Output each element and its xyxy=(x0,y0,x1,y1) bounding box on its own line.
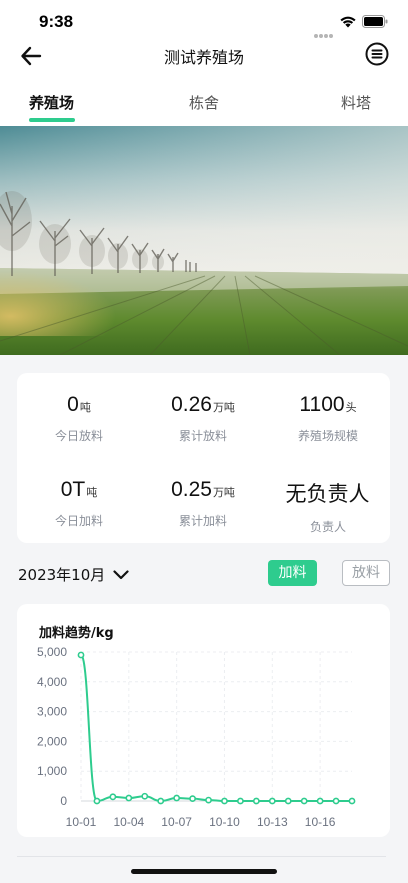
x-tick-label: 10-16 xyxy=(305,815,336,829)
data-point xyxy=(189,795,196,803)
stat-label: 今日加料 xyxy=(54,514,103,528)
tab-farm[interactable]: 养殖场 xyxy=(29,92,74,113)
stat-label: 累计加料 xyxy=(178,514,227,528)
x-tick-label: 10-04 xyxy=(113,815,144,829)
data-point xyxy=(316,797,324,805)
data-point xyxy=(157,797,165,805)
tab-feed-tower[interactable]: 料塔 xyxy=(341,92,371,113)
chevron-down-icon xyxy=(113,569,129,579)
chart-title: 加料趋势/kg xyxy=(39,626,114,641)
data-point xyxy=(300,797,308,805)
series-line xyxy=(80,653,352,803)
stat-unit: 吨 xyxy=(86,486,98,499)
data-point xyxy=(173,794,181,802)
release-feed-button[interactable]: 放料 xyxy=(342,560,390,586)
month-selector[interactable]: 2023年10月 xyxy=(18,564,129,585)
data-point xyxy=(77,651,85,659)
divider xyxy=(17,856,386,857)
data-point xyxy=(93,797,101,805)
stat-label: 今日放料 xyxy=(54,429,103,443)
cellular-signal-icon xyxy=(314,23,334,38)
tab-bar: 养殖场 栋舍 料塔 xyxy=(0,74,408,126)
stat-farm-scale: 1100头 养殖场规模 xyxy=(266,393,390,444)
stat-today-add: 0T吨 今日加料 xyxy=(17,478,141,529)
stats-card: 0吨 今日放料 0.26万吨 累计放料 1100头 养殖场规模 0T吨 今日加料… xyxy=(17,373,390,543)
stat-unit: 万吨 xyxy=(212,401,235,414)
data-point xyxy=(348,797,356,805)
stat-value: 0.25 xyxy=(171,478,212,501)
month-label: 2023年10月 xyxy=(18,566,106,584)
y-tick-label: 2,000 xyxy=(37,734,67,748)
data-point xyxy=(125,794,133,802)
stat-label: 累计放料 xyxy=(178,429,227,443)
battery-icon xyxy=(362,15,388,28)
navigation-bar: 测试养殖场 xyxy=(0,40,408,74)
y-tick-label: 5,000 xyxy=(37,645,67,659)
status-time: 9:38 xyxy=(39,12,74,31)
feed-trend-chart-card: 0 1,000 2,000 3,000 4,000 5,000 10-01 10-04 10-0… xyxy=(17,604,390,837)
menu-icon[interactable] xyxy=(364,41,390,67)
y-tick-label: 4,000 xyxy=(37,675,67,689)
stat-total-release: 0.26万吨 累计放料 xyxy=(141,393,265,444)
data-point xyxy=(141,792,149,800)
x-tick-label: 10-10 xyxy=(209,815,240,829)
stat-total-add: 0.25万吨 累计加料 xyxy=(141,478,265,529)
add-feed-button[interactable]: 加料 xyxy=(268,560,317,586)
stat-value: 0T xyxy=(60,478,86,501)
stat-person-in-charge: 无负责人 负责人 xyxy=(266,478,390,535)
stat-value: 0 xyxy=(67,393,79,416)
stat-value: 1100 xyxy=(299,393,345,416)
y-tick-label: 3,000 xyxy=(37,705,67,719)
wifi-icon xyxy=(340,16,356,28)
filter-row: 2023年10月 加料 放料 xyxy=(0,558,408,590)
x-tick-label: 10-13 xyxy=(257,815,288,829)
stat-label: 养殖场规模 xyxy=(297,429,358,443)
y-tick-label: 1,000 xyxy=(37,764,67,778)
data-point xyxy=(284,797,292,805)
tab-active-indicator xyxy=(29,118,75,122)
data-point xyxy=(205,796,212,804)
stat-unit: 头 xyxy=(345,401,357,414)
page-title: 测试养殖场 xyxy=(163,48,244,67)
stat-unit: 吨 xyxy=(79,401,91,414)
data-point xyxy=(332,797,340,805)
data-point xyxy=(268,797,276,805)
stat-today-release: 0吨 今日放料 xyxy=(17,393,141,444)
y-tick-label: 0 xyxy=(60,794,67,808)
x-tick-label: 10-01 xyxy=(66,815,97,829)
stat-value: 0.26 xyxy=(171,393,212,416)
stat-value: 无负责人 xyxy=(285,483,370,506)
stat-label: 负责人 xyxy=(309,520,346,534)
tab-barn[interactable]: 栋舍 xyxy=(189,92,219,113)
stat-unit: 万吨 xyxy=(212,486,235,499)
data-point xyxy=(237,797,244,805)
data-point xyxy=(221,797,228,805)
data-point xyxy=(252,797,260,805)
farm-banner-image xyxy=(0,126,408,355)
home-indicator xyxy=(131,869,277,874)
data-point xyxy=(109,793,117,801)
x-tick-label: 10-07 xyxy=(161,815,192,829)
status-bar: 9:38 xyxy=(0,0,408,40)
